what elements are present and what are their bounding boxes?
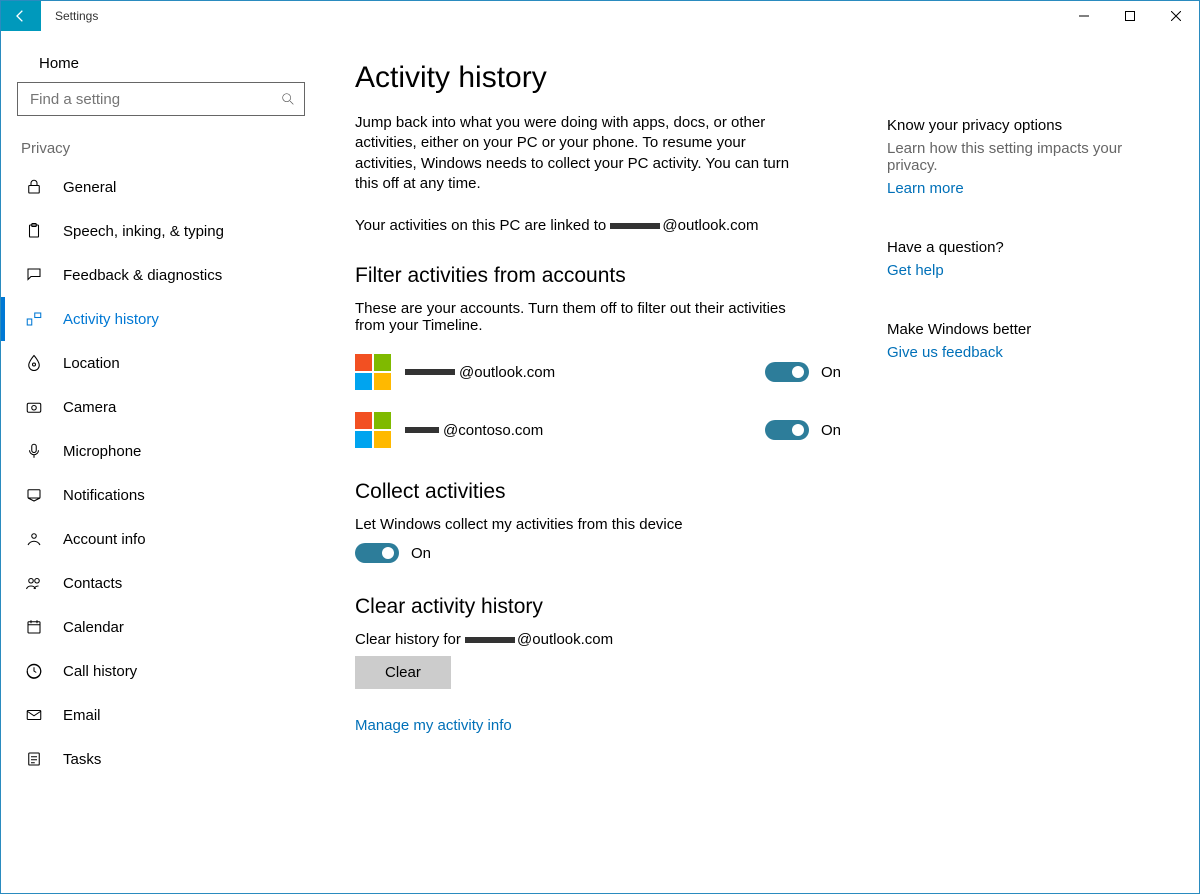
search-input[interactable] (17, 82, 305, 116)
sidebar-item-microphone[interactable]: Microphone (1, 429, 321, 473)
info-heading: Make Windows better (887, 321, 1137, 338)
sidebar-item-tasks[interactable]: Tasks (1, 737, 321, 781)
account-row: @contoso.com On (355, 412, 841, 448)
tasks-icon (25, 750, 43, 768)
sidebar-item-speech[interactable]: Speech, inking, & typing (1, 209, 321, 253)
sidebar-item-label: Speech, inking, & typing (63, 223, 224, 240)
search-field[interactable] (28, 90, 280, 109)
sidebar-item-label: Tasks (63, 751, 101, 768)
contacts-icon (25, 574, 43, 592)
sidebar-item-label: Email (63, 707, 101, 724)
search-icon (280, 91, 296, 107)
filter-heading: Filter activities from accounts (355, 264, 841, 288)
collect-description: Let Windows collect my activities from t… (355, 516, 805, 533)
sidebar-item-label: Location (63, 355, 120, 372)
microsoft-logo-icon (355, 354, 391, 390)
clear-button[interactable]: Clear (355, 656, 451, 689)
sidebar-item-camera[interactable]: Camera (1, 385, 321, 429)
sidebar-item-notifications[interactable]: Notifications (1, 473, 321, 517)
filter-description: These are your accounts. Turn them off t… (355, 300, 805, 334)
sidebar-item-label: Call history (63, 663, 137, 680)
redacted-text (465, 637, 515, 643)
account-toggle[interactable] (765, 362, 809, 382)
sidebar-item-activity-history[interactable]: Activity history (1, 297, 321, 341)
get-help-link[interactable]: Get help (887, 262, 1137, 279)
sidebar-item-account-info[interactable]: Account info (1, 517, 321, 561)
sidebar-item-label: Account info (63, 531, 146, 548)
sidebar-item-label: Feedback & diagnostics (63, 267, 222, 284)
minimize-button[interactable] (1061, 1, 1107, 31)
collect-heading: Collect activities (355, 480, 841, 504)
toggle-state: On (411, 545, 431, 562)
sidebar-item-location[interactable]: Location (1, 341, 321, 385)
sidebar-item-contacts[interactable]: Contacts (1, 561, 321, 605)
activity-icon (25, 310, 43, 328)
account-email: @contoso.com (405, 422, 751, 439)
redacted-text (610, 223, 660, 229)
sidebar-item-label: Microphone (63, 443, 141, 460)
account-icon (25, 530, 43, 548)
calendar-icon (25, 618, 43, 636)
info-heading: Have a question? (887, 239, 1137, 256)
sidebar-item-call-history[interactable]: Call history (1, 649, 321, 693)
location-icon (25, 354, 43, 372)
camera-icon (25, 398, 43, 416)
intro-paragraph-2: Your activities on this PC are linked to… (355, 216, 805, 236)
sidebar-item-label: Camera (63, 399, 116, 416)
home-button[interactable]: Home (1, 45, 321, 82)
sidebar-item-label: Contacts (63, 575, 122, 592)
sidebar-item-label: Activity history (63, 311, 159, 328)
window-title: Settings (41, 1, 1061, 31)
sidebar-item-label: Notifications (63, 487, 145, 504)
clear-heading: Clear activity history (355, 595, 841, 619)
sidebar-item-email[interactable]: Email (1, 693, 321, 737)
close-button[interactable] (1153, 1, 1199, 31)
info-heading: Know your privacy options (887, 117, 1137, 134)
intro-paragraph-1: Jump back into what you were doing with … (355, 113, 805, 194)
clipboard-icon (25, 222, 43, 240)
lock-icon (25, 178, 43, 196)
account-email: @outlook.com (405, 364, 751, 381)
learn-more-link[interactable]: Learn more (887, 180, 1137, 197)
redacted-text (405, 369, 455, 375)
toggle-state: On (821, 422, 841, 439)
maximize-button[interactable] (1107, 1, 1153, 31)
account-toggle[interactable] (765, 420, 809, 440)
sidebar-item-label: General (63, 179, 116, 196)
sidebar-item-general[interactable]: General (1, 165, 321, 209)
manage-activity-link[interactable]: Manage my activity info (355, 717, 841, 734)
clear-description: Clear history for @outlook.com (355, 631, 805, 648)
redacted-text (405, 427, 439, 433)
account-row: @outlook.com On (355, 354, 841, 390)
sidebar-item-feedback[interactable]: Feedback & diagnostics (1, 253, 321, 297)
info-description: Learn how this setting impacts your priv… (887, 140, 1137, 174)
sidebar-item-calendar[interactable]: Calendar (1, 605, 321, 649)
microphone-icon (25, 442, 43, 460)
back-button[interactable] (1, 1, 41, 31)
microsoft-logo-icon (355, 412, 391, 448)
give-feedback-link[interactable]: Give us feedback (887, 344, 1137, 361)
toggle-state: On (821, 364, 841, 381)
sidebar-item-label: Calendar (63, 619, 124, 636)
page-title: Activity history (355, 61, 841, 95)
notifications-icon (25, 486, 43, 504)
home-label: Home (39, 55, 79, 72)
feedback-icon (25, 266, 43, 284)
collect-toggle[interactable] (355, 543, 399, 563)
history-icon (25, 662, 43, 680)
sidebar-section-label: Privacy (1, 134, 321, 165)
email-icon (25, 706, 43, 724)
